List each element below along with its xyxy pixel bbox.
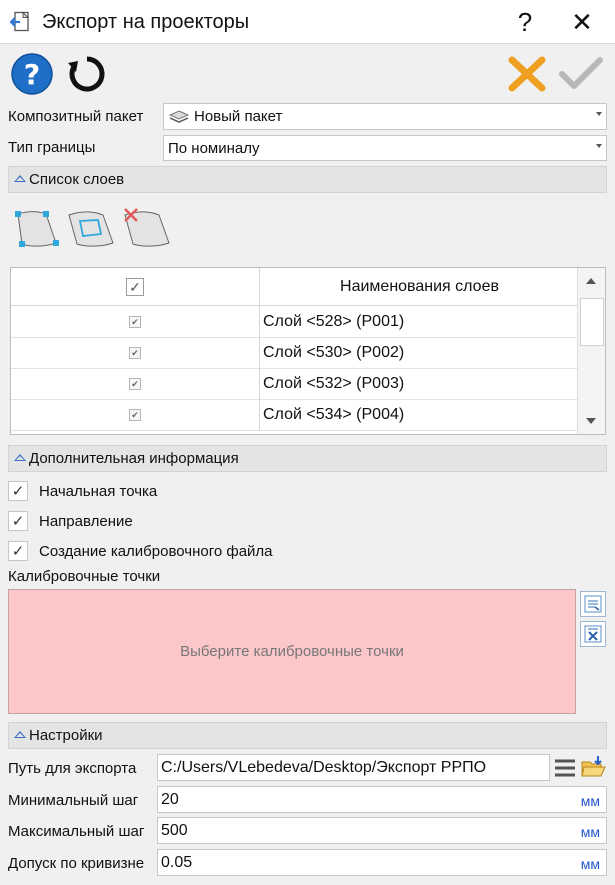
close-button[interactable]: ✕ xyxy=(562,6,602,38)
table-header: ✓ Наименования слоев xyxy=(11,268,579,306)
list-add-icon xyxy=(584,595,602,613)
max-step-label: Максимальный шаг xyxy=(8,823,145,840)
collapse-icon xyxy=(14,175,26,182)
start-point-option[interactable]: ✓ Начальная точка xyxy=(8,479,157,503)
max-step-value: 500 xyxy=(161,821,188,839)
add-point-button[interactable] xyxy=(580,591,606,617)
scrollbar-thumb[interactable] xyxy=(580,298,604,346)
table-row[interactable]: ✔ Слой <532> (P003) xyxy=(11,368,579,400)
table-row[interactable]: ✔ Слой <528> (P001) xyxy=(11,306,579,338)
help-circle-icon[interactable]: ? xyxy=(10,52,54,96)
help-mark: ? xyxy=(24,58,40,91)
boundary-type-select[interactable]: По номиналу xyxy=(163,135,607,161)
layer-names-header: Наименования слоев xyxy=(340,277,499,295)
row-checkbox[interactable]: ✔ xyxy=(129,315,141,328)
calibration-points-list[interactable]: Выберите калибровочные точки xyxy=(8,589,576,714)
row-check-cell[interactable]: ✔ xyxy=(11,306,260,337)
curvature-tolerance-value: 0.05 xyxy=(161,853,193,871)
min-step-value: 20 xyxy=(161,790,179,808)
scroll-down-icon[interactable] xyxy=(586,418,596,424)
layer-name: Слой <528> (P001) xyxy=(263,312,405,330)
scroll-up-icon[interactable] xyxy=(586,278,596,284)
vertical-scrollbar[interactable] xyxy=(577,268,605,434)
boundary-type-value: По номиналу xyxy=(168,139,260,157)
layer-name: Слой <530> (P002) xyxy=(263,343,405,361)
direction-checkbox[interactable]: ✓ xyxy=(8,511,28,531)
composite-package-label: Композитный пакет xyxy=(8,108,144,125)
unit-label: мм xyxy=(580,856,600,872)
min-step-input[interactable]: 20 мм xyxy=(157,786,607,813)
chevron-down-icon xyxy=(596,144,602,148)
calibration-points-label: Калибровочные точки xyxy=(8,568,161,585)
min-step-label: Минимальный шаг xyxy=(8,792,139,809)
layers-section-title: Список слоев xyxy=(29,171,125,188)
cancel-icon[interactable] xyxy=(506,54,548,94)
settings-section-header[interactable]: Настройки xyxy=(8,722,607,749)
calibration-file-checkbox[interactable]: ✓ xyxy=(8,541,28,561)
calibration-placeholder: Выберите калибровочные точки xyxy=(180,643,404,660)
layers-stack-icon xyxy=(168,108,190,126)
app-icon xyxy=(9,11,32,33)
layers-section-header[interactable]: Список слоев xyxy=(8,166,607,193)
start-point-label: Начальная точка xyxy=(39,482,158,500)
calibration-file-label: Создание калибровочного файла xyxy=(39,542,273,560)
layer-frame-icon[interactable] xyxy=(66,207,116,249)
layer-name: Слой <534> (P004) xyxy=(263,405,405,423)
unit-label: мм xyxy=(580,793,600,809)
export-path-input[interactable]: C:/Users/VLebedeva/Desktop/Экспорт PPПО xyxy=(157,754,550,781)
collapse-icon xyxy=(14,731,26,738)
chevron-down-icon xyxy=(596,112,602,116)
select-layer-icon[interactable] xyxy=(12,205,60,249)
unit-label: мм xyxy=(580,824,600,840)
curvature-tolerance-label: Допуск по кривизне xyxy=(8,855,145,872)
window-title: Экспорт на проекторы xyxy=(42,11,250,33)
table-row[interactable]: ✔ Слой <530> (P002) xyxy=(11,337,579,369)
export-path-value: C:/Users/VLebedeva/Desktop/Экспорт PPПО xyxy=(161,758,487,776)
calibration-file-option[interactable]: ✓ Создание калибровочного файла xyxy=(8,539,273,563)
select-all-checkbox[interactable]: ✓ xyxy=(126,277,144,296)
row-check-cell[interactable]: ✔ xyxy=(11,368,260,399)
title-bar: Экспорт на проекторы ? ✕ xyxy=(0,0,615,44)
folder-open-icon[interactable] xyxy=(580,753,607,781)
layers-table: ✓ Наименования слоев ✔ Слой <528> (P001)… xyxy=(10,267,606,435)
row-check-cell[interactable]: ✔ xyxy=(11,337,260,368)
checkmark-icon[interactable] xyxy=(558,54,604,94)
collapse-icon xyxy=(14,454,26,461)
menu-icon[interactable] xyxy=(552,754,578,781)
refresh-icon[interactable] xyxy=(66,53,108,95)
curvature-tolerance-input[interactable]: 0.05 мм xyxy=(157,849,607,876)
composite-package-value: Новый пакет xyxy=(194,108,283,125)
help-button[interactable]: ? xyxy=(505,6,545,38)
row-check-cell[interactable]: ✔ xyxy=(11,399,260,430)
layer-name: Слой <532> (P003) xyxy=(263,374,405,392)
settings-section-title: Настройки xyxy=(29,727,103,744)
select-all-cell[interactable]: ✓ xyxy=(11,268,260,305)
composite-package-select[interactable]: Новый пакет xyxy=(163,103,607,130)
export-path-label: Путь для экспорта xyxy=(8,760,137,777)
table-row[interactable]: ✔ Слой <534> (P004) xyxy=(11,399,579,431)
direction-label: Направление xyxy=(39,512,133,530)
row-checkbox[interactable]: ✔ xyxy=(129,377,141,390)
start-point-checkbox[interactable]: ✓ xyxy=(8,481,28,501)
list-remove-icon xyxy=(584,625,602,643)
row-checkbox[interactable]: ✔ xyxy=(129,408,141,421)
boundary-type-label: Тип границы xyxy=(8,139,96,156)
extra-info-section-title: Дополнительная информация xyxy=(29,450,239,467)
delete-layer-icon[interactable] xyxy=(121,205,171,249)
direction-option[interactable]: ✓ Направление xyxy=(8,509,133,533)
extra-info-section-header[interactable]: Дополнительная информация xyxy=(8,445,607,472)
max-step-input[interactable]: 500 мм xyxy=(157,817,607,844)
row-checkbox[interactable]: ✔ xyxy=(129,346,141,359)
remove-point-button[interactable] xyxy=(580,621,606,647)
